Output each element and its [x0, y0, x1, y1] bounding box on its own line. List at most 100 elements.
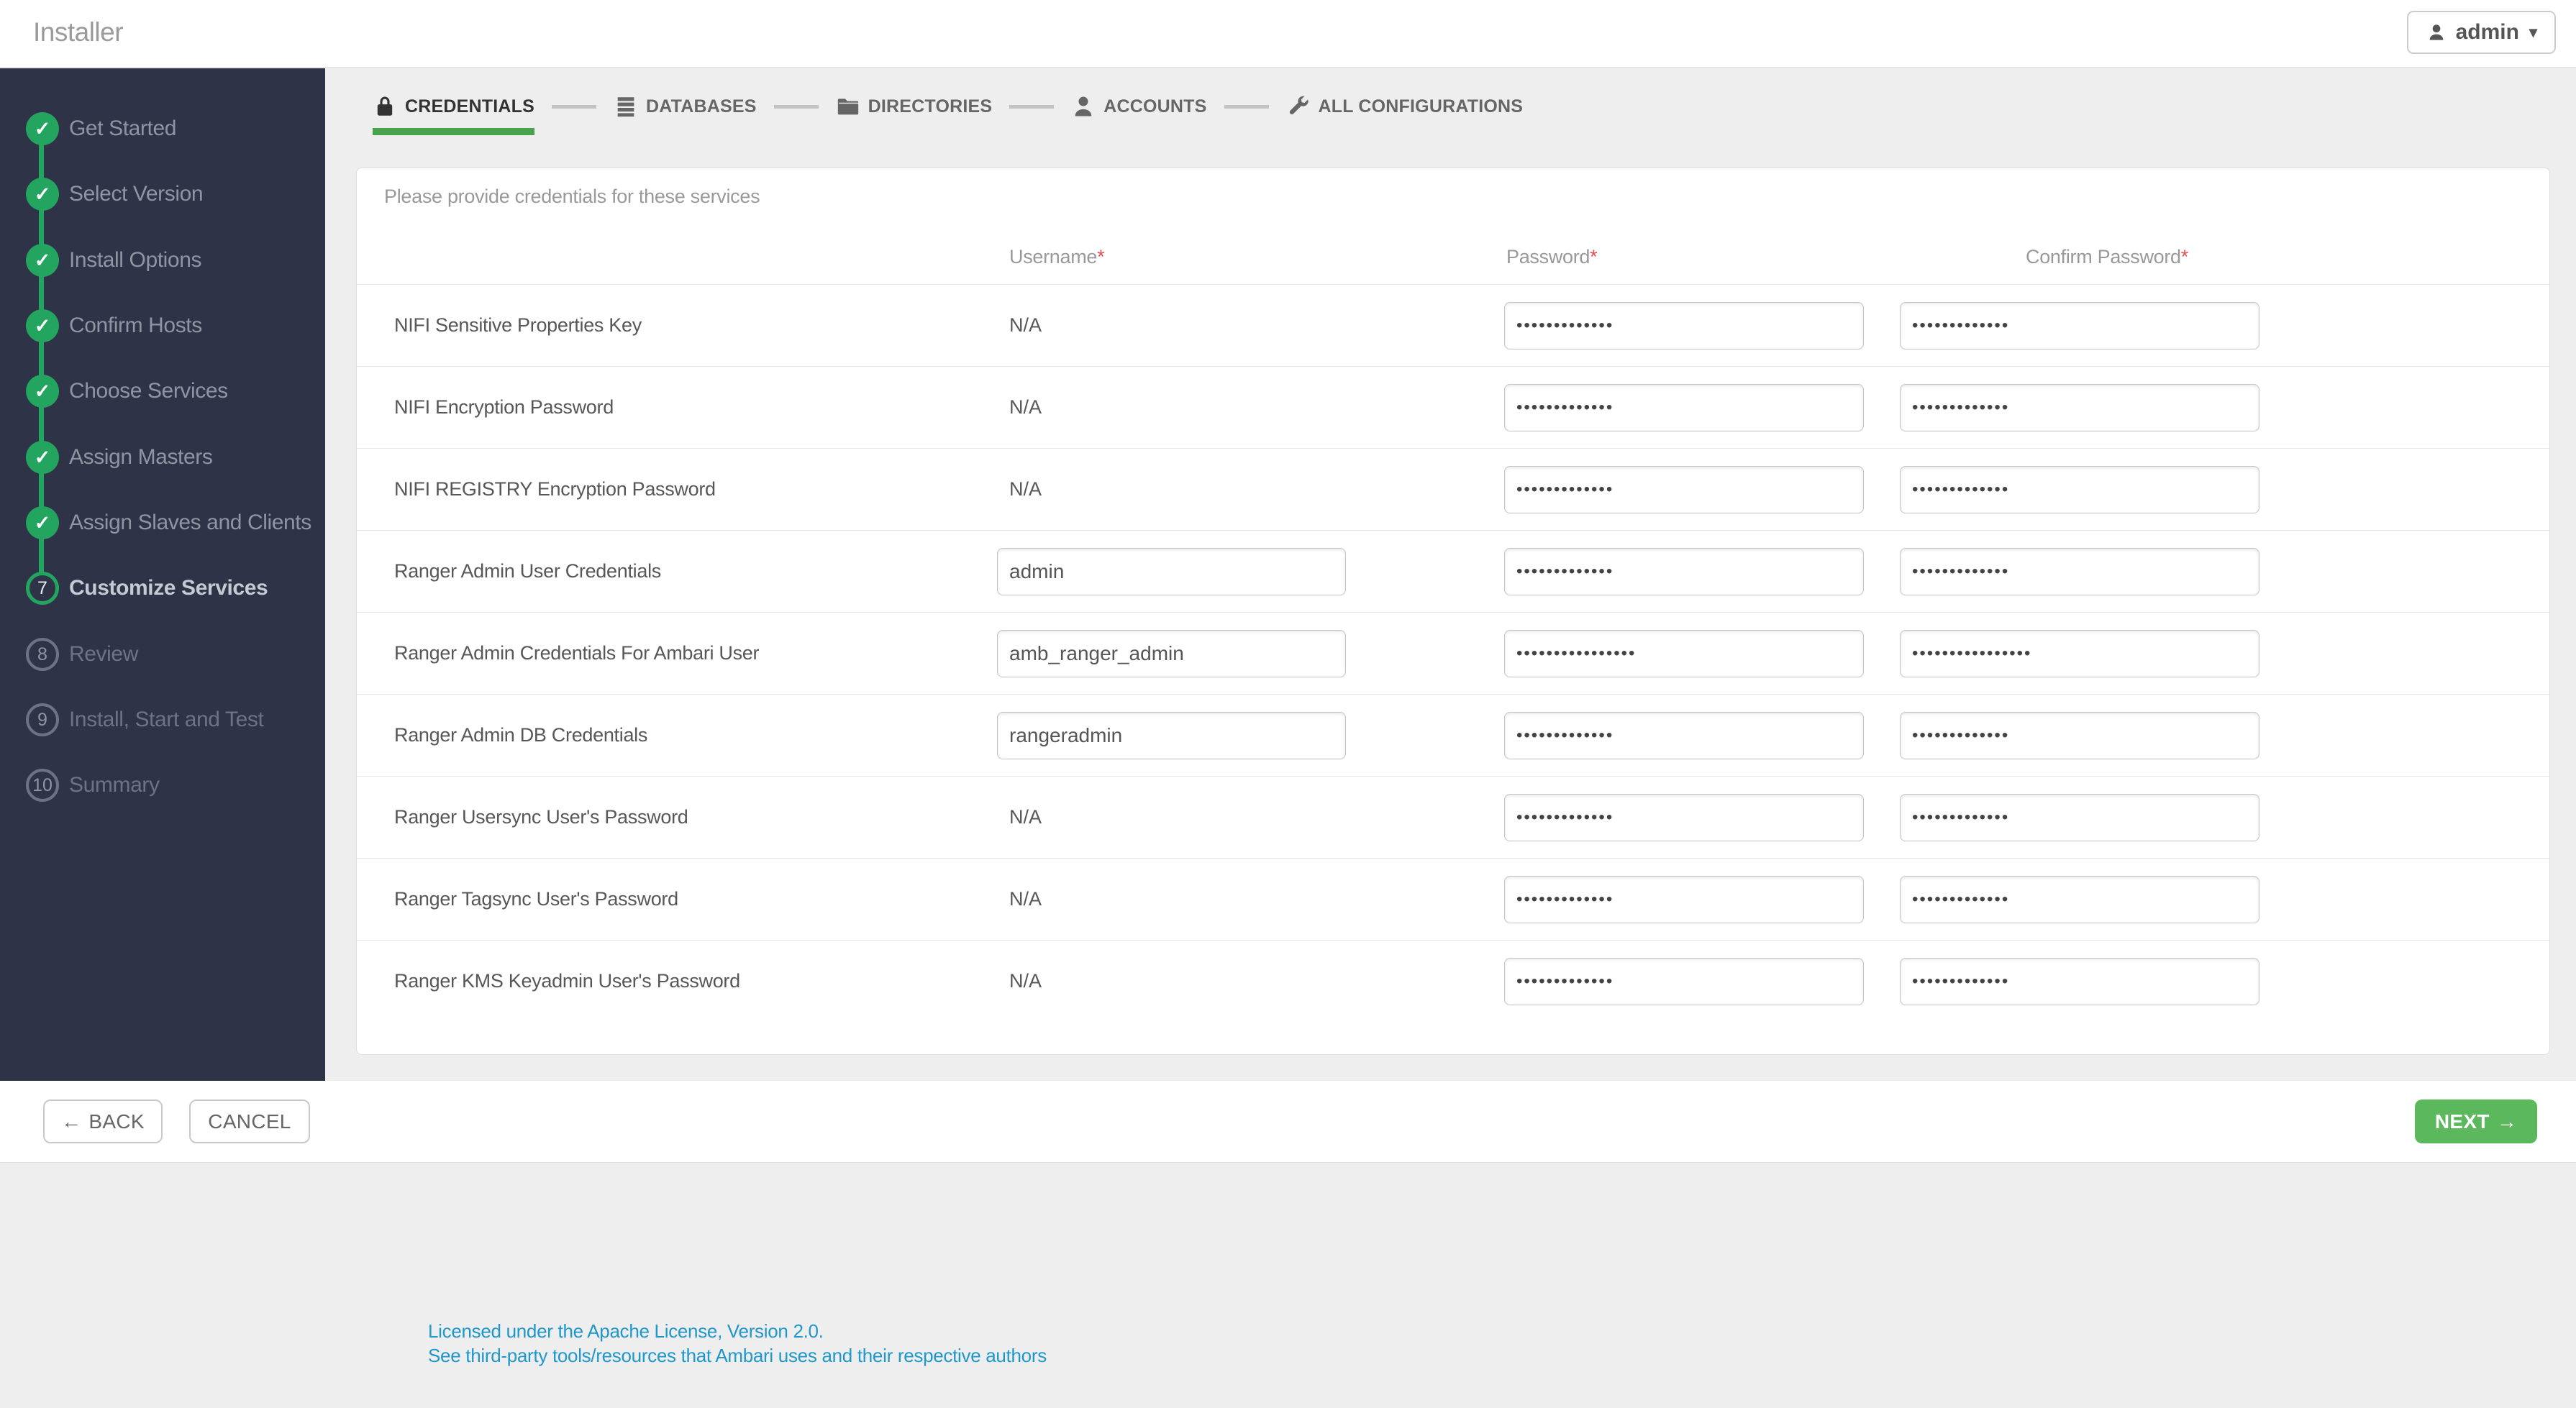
password-input[interactable]	[1504, 301, 1864, 349]
required-marker: *	[1590, 246, 1598, 268]
password-input[interactable]	[1504, 875, 1864, 923]
service-name: NIFI Sensitive Properties Key	[394, 314, 642, 336]
confirm-password-input[interactable]	[1900, 547, 2259, 595]
tab-all-configurations[interactable]: ALL CONFIGURATIONS	[1286, 94, 1524, 135]
step-label: Install, Start and Test	[69, 708, 264, 731]
password-input[interactable]	[1504, 711, 1864, 759]
step-label: Install Options	[69, 248, 202, 272]
service-name: Ranger KMS Keyadmin User's Password	[394, 970, 740, 992]
panel-note: Please provide credentials for these ser…	[384, 186, 760, 207]
tab-accounts[interactable]: ACCOUNTS	[1071, 94, 1206, 135]
confirm-password-input[interactable]	[1900, 465, 2259, 513]
sidebar-item-assign-slaves: ✓ Assign Slaves and Clients	[26, 506, 311, 539]
username-na: N/A	[1009, 888, 1042, 910]
tab-label: ALL CONFIGURATIONS	[1318, 96, 1524, 116]
username-na: N/A	[1009, 970, 1042, 992]
table-row: Ranger Admin DB Credentials	[357, 694, 2549, 776]
confirm-password-input[interactable]	[1900, 793, 2259, 841]
table-row: NIFI REGISTRY Encryption Password N/A	[357, 448, 2549, 530]
username-input[interactable]	[997, 629, 1346, 677]
table-row: NIFI Sensitive Properties Key N/A	[357, 284, 2549, 366]
tab-credentials[interactable]: CREDENTIALS	[373, 94, 534, 135]
step-label: Review	[69, 642, 138, 666]
user-name: admin	[2455, 20, 2519, 44]
confirm-password-input[interactable]	[1900, 875, 2259, 923]
service-name: Ranger Admin User Credentials	[394, 560, 661, 582]
step-number: 8	[26, 638, 59, 671]
tab-separator	[1009, 104, 1055, 109]
confirm-password-input[interactable]	[1900, 383, 2259, 431]
user-icon	[2429, 24, 2443, 40]
sidebar-item-get-started: ✓ Get Started	[26, 112, 176, 145]
sidebar-item-install-options: ✓ Install Options	[26, 244, 201, 277]
user-menu-button[interactable]: admin ▾	[2406, 11, 2556, 54]
cancel-button[interactable]: CANCEL	[189, 1100, 310, 1143]
sidebar-item-customize-services: 7 Customize Services	[26, 572, 268, 605]
service-name: NIFI Encryption Password	[394, 396, 614, 418]
tab-label: DATABASES	[645, 96, 757, 116]
tab-separator	[1224, 104, 1269, 109]
username-na: N/A	[1009, 396, 1042, 418]
back-label: BACK	[88, 1110, 145, 1133]
tab-directories[interactable]: DIRECTORIES	[836, 94, 993, 135]
confirm-password-input[interactable]	[1900, 629, 2259, 677]
check-icon: ✓	[26, 309, 59, 342]
next-arrow-icon: →	[2496, 1110, 2518, 1133]
config-tabs: CREDENTIALS DATABASES DIRECTORIES ACCOUN…	[373, 94, 1523, 135]
credentials-panel: Please provide credentials for these ser…	[356, 168, 2550, 1055]
next-button[interactable]: NEXT →	[2415, 1100, 2537, 1143]
step-label: Confirm Hosts	[69, 314, 202, 337]
tab-databases[interactable]: DATABASES	[614, 94, 757, 135]
password-input[interactable]	[1504, 793, 1864, 841]
main-content: CREDENTIALS DATABASES DIRECTORIES ACCOUN…	[325, 68, 2576, 1081]
step-label: Get Started	[69, 116, 177, 140]
password-input[interactable]	[1504, 957, 1864, 1005]
username-na: N/A	[1009, 314, 1042, 336]
service-name: Ranger Usersync User's Password	[394, 806, 688, 828]
check-icon: ✓	[26, 244, 59, 277]
step-label: Summary	[69, 773, 160, 797]
password-input[interactable]	[1504, 383, 1864, 431]
check-icon: ✓	[26, 506, 59, 539]
sidebar-item-review: 8 Review	[26, 638, 138, 671]
wrench-icon	[1289, 96, 1309, 115]
back-arrow-icon: ←	[61, 1110, 82, 1133]
sidebar-item-choose-services: ✓ Choose Services	[26, 375, 228, 408]
step-number: 10	[26, 769, 59, 802]
tab-label: DIRECTORIES	[868, 96, 993, 116]
confirm-password-input[interactable]	[1900, 301, 2259, 349]
check-icon: ✓	[26, 375, 59, 408]
wizard-footer-bar: ← BACK CANCEL NEXT →	[0, 1081, 2576, 1163]
wizard-sidebar: ✓ Get Started ✓ Select Version ✓ Install…	[0, 68, 325, 1081]
caret-down-icon: ▾	[2529, 23, 2537, 41]
username-input[interactable]	[997, 711, 1346, 759]
step-number: 9	[26, 703, 59, 736]
table-row: Ranger Admin User Credentials	[357, 530, 2549, 612]
confirm-password-input[interactable]	[1900, 957, 2259, 1005]
password-input[interactable]	[1504, 629, 1864, 677]
license-link[interactable]: Licensed under the Apache License, Versi…	[428, 1320, 824, 1343]
sidebar-item-confirm-hosts: ✓ Confirm Hosts	[26, 309, 202, 342]
next-label: NEXT	[2434, 1110, 2490, 1133]
table-row: NIFI Encryption Password N/A	[357, 366, 2549, 448]
table-row: Ranger KMS Keyadmin User's Password N/A	[357, 940, 2549, 1022]
column-header-password: Password*	[1506, 246, 1598, 268]
back-button[interactable]: ← BACK	[43, 1100, 163, 1143]
page-footer: Licensed under the Apache License, Versi…	[0, 1163, 2576, 1408]
password-input[interactable]	[1504, 465, 1864, 513]
table-header: Username* Password* Confirm Password*	[357, 208, 2549, 284]
sidebar-item-install-start-test: 9 Install, Start and Test	[26, 703, 264, 736]
sidebar-item-assign-masters: ✓ Assign Masters	[26, 441, 213, 474]
lock-icon	[377, 96, 393, 116]
password-input[interactable]	[1504, 547, 1864, 595]
required-marker: *	[1097, 246, 1105, 268]
check-icon: ✓	[26, 112, 59, 145]
tab-label: ACCOUNTS	[1103, 96, 1207, 116]
database-icon	[617, 97, 634, 117]
step-label: Select Version	[69, 182, 204, 206]
confirm-password-input[interactable]	[1900, 711, 2259, 759]
column-header-username: Username*	[1009, 246, 1105, 268]
thirdparty-link[interactable]: See third-party tools/resources that Amb…	[428, 1345, 1047, 1367]
table-row: Ranger Usersync User's Password N/A	[357, 776, 2549, 858]
username-input[interactable]	[997, 547, 1346, 595]
